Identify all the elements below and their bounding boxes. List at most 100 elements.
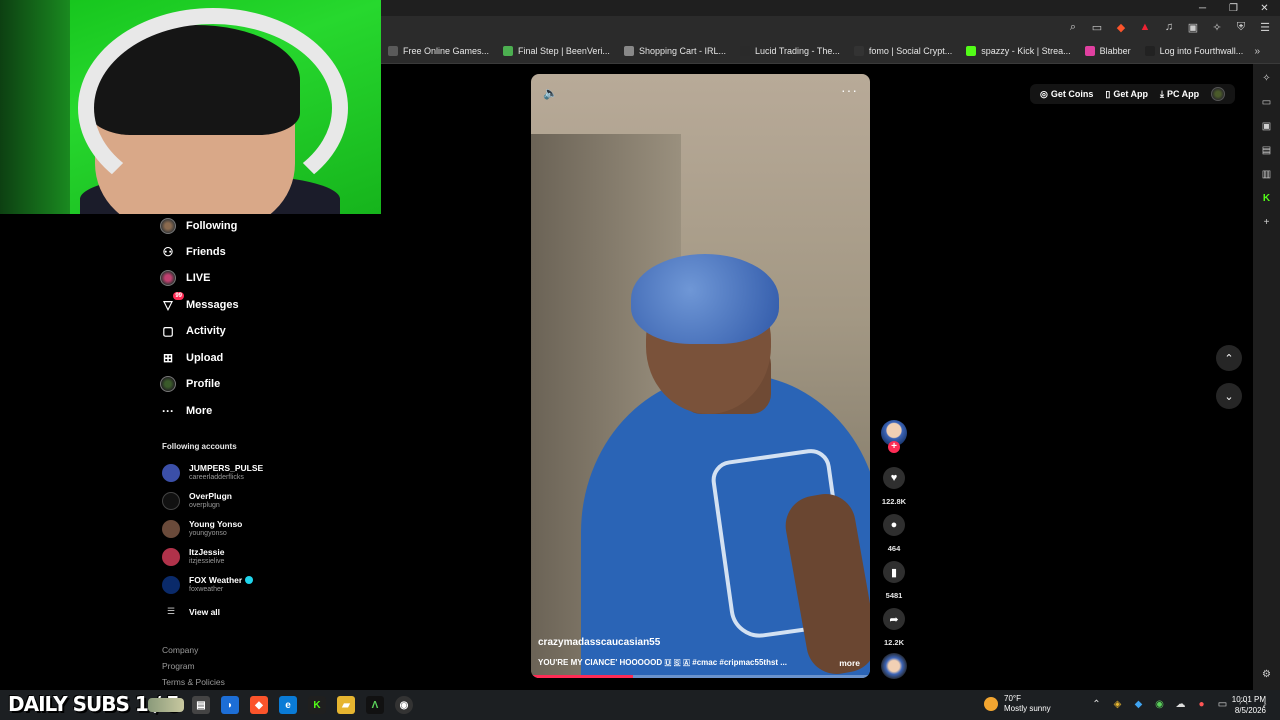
nav-live[interactable]: LIVE	[160, 270, 210, 286]
save-button[interactable]: ▮	[883, 561, 905, 583]
get-app-label: Get App	[1113, 89, 1148, 99]
taskview-icon[interactable]: ▤	[192, 696, 210, 714]
search-icon[interactable]: ⌕	[1066, 20, 1080, 34]
messages-badge: 99	[173, 292, 184, 300]
vpn-icon[interactable]: ⛨	[1234, 20, 1248, 34]
kick-app-icon[interactable]: K	[308, 696, 326, 714]
account-item[interactable]: FOX Weather foxweather	[162, 575, 254, 594]
obs-icon[interactable]: ◉	[395, 696, 413, 714]
microphone-icon[interactable]: ●	[1195, 698, 1208, 711]
bookmark-item[interactable]: Blabber	[1084, 46, 1131, 56]
footer-program-link[interactable]: Program	[162, 661, 195, 671]
caption-more-button[interactable]: more	[839, 658, 860, 668]
video-author[interactable]: crazymadasscaucasian55	[538, 637, 660, 648]
account-item[interactable]: Young Yonso youngyonso	[162, 519, 242, 538]
video-progress-bar[interactable]	[531, 675, 870, 678]
footer-company-link[interactable]: Company	[162, 645, 198, 655]
tv-icon[interactable]: ▭	[1260, 96, 1273, 109]
account-item[interactable]: ItzJessie itzjessielive	[162, 547, 224, 566]
add-panel-icon[interactable]: +	[1260, 216, 1273, 229]
tray-app-icon-3[interactable]: ◉	[1153, 698, 1166, 711]
close-icon[interactable]: ✕	[1249, 0, 1280, 16]
kick-icon[interactable]: K	[1260, 192, 1273, 205]
bookmark-item[interactable]: Free Online Games...	[388, 46, 489, 56]
display-icon[interactable]: ▭	[1216, 698, 1229, 711]
get-app-button[interactable]: ▯ Get App	[1105, 89, 1148, 100]
bookmark-item[interactable]: spazzy - Kick | Strea...	[966, 46, 1071, 56]
bookmark-item[interactable]: Log into Fourthwall...	[1144, 46, 1243, 56]
media-icon[interactable]: ♫	[1162, 20, 1176, 34]
leo-icon[interactable]: ✧	[1210, 20, 1224, 34]
webcam-headset	[78, 8, 348, 208]
footer-terms-link[interactable]: Terms & Policies	[162, 677, 225, 687]
taskbar-clock[interactable]: 10:01 PM 8/5/2026	[1232, 694, 1266, 716]
leo-sidebar-icon[interactable]: ✧	[1260, 72, 1273, 85]
edge-icon[interactable]: e	[279, 696, 297, 714]
get-coins-label: Get Coins	[1050, 89, 1094, 99]
bookmark-label: Final Step | BeenVeri...	[518, 46, 610, 56]
wallet-icon[interactable]: ▣	[1186, 20, 1200, 34]
arc-icon[interactable]: ◗	[221, 696, 239, 714]
nav-upload[interactable]: ⊞ Upload	[160, 350, 223, 366]
nav-label: Following	[186, 220, 238, 232]
bookmark-item[interactable]: Shopping Cart - IRL...	[623, 46, 726, 56]
account-avatar	[162, 547, 180, 566]
comment-button[interactable]: ●	[883, 514, 905, 536]
pc-app-button[interactable]: ⤓ PC App	[1160, 89, 1199, 100]
bookmark-favicon-icon	[1144, 46, 1155, 56]
menu-icon[interactable]: ☰	[1258, 20, 1272, 34]
tray-app-icon-2[interactable]: ◆	[1132, 698, 1145, 711]
video-options-icon[interactable]: ···	[841, 82, 858, 98]
account-handle: overplugn	[189, 502, 220, 509]
nav-following[interactable]: Following	[160, 218, 237, 234]
chevron-down-icon: ⌄	[1224, 390, 1234, 403]
nav-friends[interactable]: ⚇ Friends	[160, 244, 226, 260]
user-avatar[interactable]	[1211, 87, 1226, 101]
bookmark-favicon-icon	[503, 46, 514, 56]
bookmark-item[interactable]: Final Step | BeenVeri...	[503, 46, 610, 56]
comment-icon: ●	[890, 519, 898, 531]
bookmark-item[interactable]: fomo | Social Crypt...	[853, 46, 952, 56]
terminal-icon[interactable]: Λ	[366, 696, 384, 714]
get-coins-button[interactable]: ◎ Get Coins	[1040, 89, 1093, 100]
brave-shield-icon[interactable]: ◆	[1114, 20, 1128, 34]
reading-list-icon[interactable]: ▥	[1260, 168, 1273, 181]
bookmarks-sidebar-icon[interactable]: ▤	[1260, 144, 1273, 157]
nav-messages[interactable]: ▽ 99 Messages	[160, 292, 239, 313]
restore-icon[interactable]: ❐	[1218, 0, 1249, 16]
like-count: 122.8K	[881, 497, 907, 506]
follow-plus-icon[interactable]: +	[888, 441, 900, 453]
bookmarks-overflow-icon[interactable]: »	[1254, 46, 1260, 57]
bookmark-icon: ▮	[890, 566, 898, 579]
sound-disc-icon[interactable]	[881, 653, 907, 679]
tiktok-sidebar: Following ⚇ Friends LIVE ▽ 99 Messages ▢ …	[147, 214, 381, 690]
cast-icon[interactable]: ▭	[1090, 20, 1104, 34]
account-item[interactable]: JUMPERS_PULSE careerladderflicks	[162, 463, 263, 482]
brave-icon[interactable]: ◆	[250, 696, 268, 714]
account-handle: youngyonso	[189, 530, 227, 537]
account-avatar	[162, 519, 180, 538]
tray-app-icon[interactable]: ◈	[1111, 698, 1124, 711]
account-item[interactable]: OverPlugn overplugn	[162, 491, 232, 510]
weather-widget[interactable]: 70°F Mostly sunny	[984, 694, 1051, 714]
like-button[interactable]: ♥	[883, 467, 905, 489]
video-player[interactable]: 🔈 ··· crazymadasscaucasian55 YOU'RE MY C…	[531, 74, 870, 678]
file-explorer-icon[interactable]: ▰	[337, 696, 355, 714]
chevron-up-tray-icon[interactable]: ⌃	[1090, 698, 1103, 711]
view-all-link[interactable]: ☰ View all	[162, 606, 220, 617]
wallet-sidebar-icon[interactable]: ▣	[1260, 120, 1273, 133]
nav-more[interactable]: ··· More	[160, 403, 212, 419]
volume-icon[interactable]: 🔈	[543, 86, 558, 100]
bookmark-item[interactable]: Lucid Trading - The...	[739, 46, 840, 56]
next-video-button[interactable]: ⌄	[1216, 383, 1242, 409]
more-icon: ···	[162, 404, 174, 418]
share-button[interactable]: ➦	[883, 608, 905, 630]
previous-video-button[interactable]: ⌃	[1216, 345, 1242, 371]
settings-gear-icon[interactable]: ⚙	[1260, 668, 1273, 681]
cloud-icon[interactable]: ☁	[1174, 698, 1187, 711]
nav-activity[interactable]: ▢ Activity	[160, 323, 225, 339]
nav-profile[interactable]: Profile	[160, 376, 220, 392]
rewards-icon[interactable]: ▲	[1138, 20, 1152, 34]
minimize-icon[interactable]: ─	[1187, 0, 1218, 16]
video-progress-fill	[531, 675, 633, 678]
